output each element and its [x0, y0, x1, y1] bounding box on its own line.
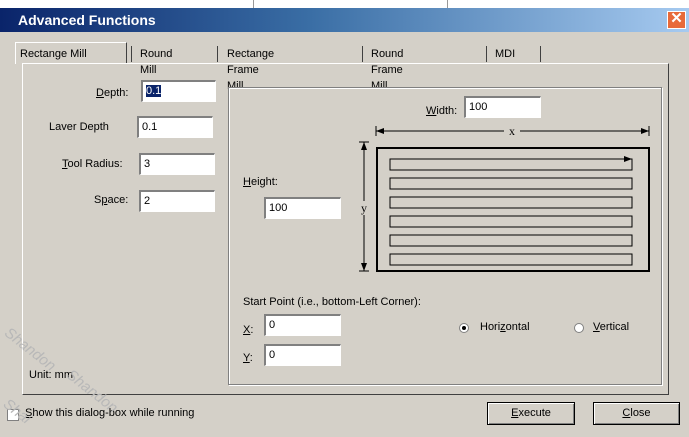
milling-path-diagram: x y	[357, 124, 650, 272]
tab-separator	[362, 46, 363, 62]
vertical-radio[interactable]	[574, 323, 584, 333]
tab-separator	[217, 46, 218, 62]
horizontal-radio[interactable]	[459, 323, 469, 333]
layer-depth-label: Laver Depth	[49, 121, 109, 133]
start-x-label: X:	[243, 324, 254, 336]
title-bar[interactable]: Advanced Functions ✕	[0, 8, 689, 32]
space-label: Space:	[94, 194, 129, 206]
start-x-field[interactable]: 0	[264, 314, 341, 336]
tab-separator	[131, 46, 132, 62]
layer-depth-field[interactable]: 0.1	[137, 116, 213, 138]
background-divider	[447, 0, 448, 8]
close-button[interactable]: Close	[593, 402, 680, 425]
y-dimension-label: y	[361, 201, 367, 215]
tab-rectange-mill[interactable]: Rectange Mill	[15, 42, 127, 64]
tool-radius-field[interactable]: 3	[139, 153, 215, 175]
tab-round-frame-mill[interactable]: Round Frame Mill	[371, 46, 403, 92]
close-icon[interactable]: ✕	[667, 11, 686, 29]
advanced-functions-dialog: Advanced Functions ✕ Rectange Mill Round…	[0, 8, 689, 437]
start-point-label: Start Point (i.e., bottom-Left Corner):	[243, 296, 421, 308]
horizontal-label: Horizontal	[480, 321, 530, 333]
tab-separator	[540, 46, 541, 62]
start-y-label: Y:	[243, 352, 253, 364]
tool-radius-label: Tool Radius:	[62, 158, 123, 170]
height-label: Height:	[243, 176, 278, 188]
depth-label: Depth:	[96, 87, 129, 99]
watermark-text: Shai	[0, 395, 35, 428]
depth-field[interactable]: 0.1	[141, 80, 216, 102]
height-field[interactable]: 100	[264, 197, 341, 219]
execute-button[interactable]: Execute	[487, 402, 575, 425]
space-field[interactable]: 2	[139, 190, 215, 212]
tab-separator	[486, 46, 487, 62]
tab-round-mill[interactable]: Round Mill	[140, 46, 172, 76]
background-divider	[253, 0, 254, 8]
depth-value: 0.1	[146, 85, 162, 97]
vertical-label: Vertical	[593, 321, 630, 333]
tab-rectange-frame-mill[interactable]: Rectange Frame Mill	[227, 46, 274, 92]
radio-selected-dot	[462, 326, 466, 330]
dialog-title: Advanced Functions	[18, 12, 156, 28]
start-y-field[interactable]: 0	[264, 344, 341, 366]
tab-mdi[interactable]: MDI	[495, 46, 515, 62]
x-dimension-label: x	[509, 124, 515, 138]
